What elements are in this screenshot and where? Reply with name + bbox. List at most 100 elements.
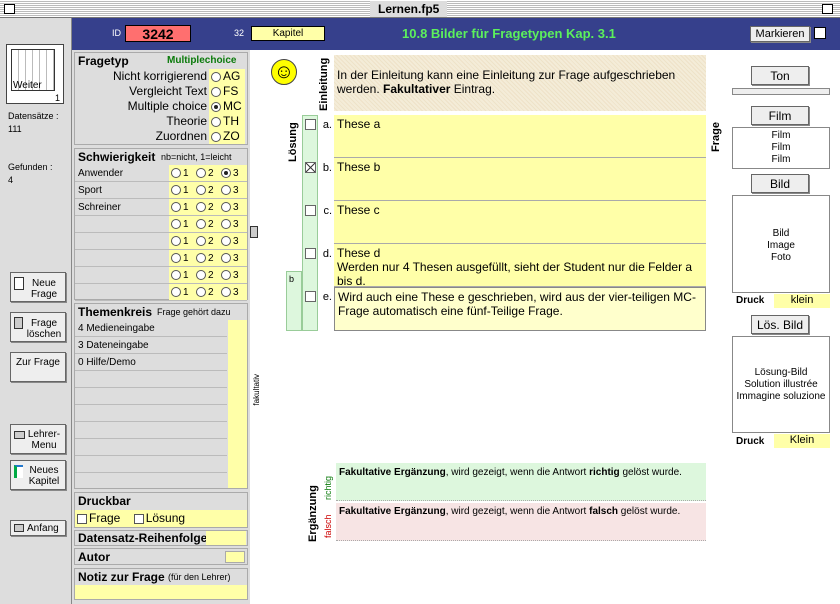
delete-question-button[interactable]: Frage löschen [10,312,66,342]
radio-button[interactable] [221,202,231,213]
themenkreis-item[interactable] [75,405,227,422]
themenkreis-item[interactable] [75,439,227,456]
new-chapter-button[interactable]: Neues Kapitel [10,460,66,490]
thesis-field[interactable]: These d Werden nur 4 Thesen ausgefüllt, … [334,244,706,288]
difficulty-level-option[interactable]: 2 [196,199,221,216]
difficulty-level-option[interactable]: 3 [221,182,246,199]
fragetyp-radio-cell[interactable]: FS [209,84,245,99]
fragetyp-option[interactable]: Theorie TH [75,114,247,129]
loes-size-field[interactable]: Klein [774,434,830,448]
radio-button[interactable] [211,101,221,112]
radio-button[interactable] [196,185,206,196]
reihenfolge-field[interactable] [206,531,246,545]
bild-size-field[interactable]: klein [774,294,830,308]
radio-button[interactable] [171,287,181,298]
difficulty-level-option[interactable]: 3 [221,199,246,216]
radio-button[interactable] [221,219,231,230]
difficulty-level-option[interactable]: 2 [196,267,221,284]
difficulty-level-option[interactable]: 2 [196,250,221,267]
ton-field[interactable] [732,88,830,95]
thesis-checkbox[interactable] [305,162,316,173]
fragetyp-option[interactable]: Vergleicht Text FS [75,84,247,99]
difficulty-level-option[interactable]: 3 [221,233,246,250]
thesis-field[interactable]: These a [334,115,706,158]
id-field[interactable]: 3242 [125,25,191,42]
difficulty-level-option[interactable]: 1 [171,182,196,199]
smiley-icon[interactable]: ☺ [271,59,297,85]
themenkreis-item[interactable]: 0 Hilfe/Demo [75,354,227,371]
film-button[interactable]: Film [751,106,809,125]
difficulty-level-option[interactable]: 2 [196,233,221,250]
difficulty-level-option[interactable]: 3 [221,165,246,182]
themenkreis-item[interactable] [75,456,227,473]
radio-button[interactable] [211,71,221,82]
delete-row-icon[interactable] [250,226,258,238]
thesis-checkbox[interactable] [305,248,316,259]
difficulty-level-option[interactable]: 2 [196,182,221,199]
bild-field[interactable]: Bild Image Foto [732,195,830,293]
difficulty-level-option[interactable]: 1 [171,233,196,250]
teacher-menu-button[interactable]: Lehrer-Menu [10,424,66,454]
radio-button[interactable] [221,253,231,264]
thesis-checkbox[interactable] [305,119,316,130]
difficulty-level-option[interactable]: 1 [171,216,196,233]
difficulty-level-option[interactable]: 3 [221,284,246,301]
difficulty-level-option[interactable]: 3 [221,250,246,267]
book-navigator[interactable]: Weiter 1 [6,44,64,104]
difficulty-level-option[interactable]: 3 [221,267,246,284]
radio-button[interactable] [196,202,206,213]
difficulty-level-option[interactable]: 1 [171,284,196,301]
radio-button[interactable] [171,270,181,281]
radio-button[interactable] [171,236,181,247]
difficulty-level-option[interactable]: 1 [171,267,196,284]
fragetyp-radio-cell[interactable]: AG [209,69,245,84]
radio-button[interactable] [211,116,221,127]
radio-button[interactable] [171,253,181,264]
thesis-field[interactable]: These c [334,201,706,244]
fragetyp-option[interactable]: Multiple choice MC [75,99,247,114]
radio-button[interactable] [196,287,206,298]
einleitung-field[interactable]: In der Einleitung kann eine Einleitung z… [334,55,706,111]
radio-button[interactable] [221,287,231,298]
radio-button[interactable] [196,219,206,230]
autor-field[interactable] [225,551,245,563]
radio-button[interactable] [221,236,231,247]
themenkreis-checkbox-column[interactable] [228,320,247,488]
fragetyp-option[interactable]: Zuordnen ZO [75,129,247,144]
fragetyp-radio-cell[interactable]: TH [209,114,245,129]
loes-bild-field[interactable]: Lösung-Bild Solution illustrée Immagine … [732,336,830,433]
radio-button[interactable] [171,168,181,179]
start-button[interactable]: Anfang [10,520,66,536]
thesis-checkbox[interactable] [305,205,316,216]
print-solution-checkbox[interactable] [133,513,144,524]
film-field[interactable]: Film Film Film [732,127,830,169]
radio-button[interactable] [171,219,181,230]
themenkreis-item[interactable]: 3 Dateneingabe [75,337,227,354]
radio-button[interactable] [171,202,181,213]
themenkreis-item[interactable]: 4 Medieneingabe [75,320,227,337]
themenkreis-item[interactable] [75,371,227,388]
ton-button[interactable]: Ton [751,66,809,85]
difficulty-level-option[interactable]: 1 [171,250,196,267]
fragetyp-option[interactable]: Nicht korrigierend AG [75,69,247,84]
radio-button[interactable] [196,168,206,179]
thesis-field[interactable]: Wird auch eine These e geschrieben, wird… [334,287,706,331]
difficulty-level-option[interactable]: 3 [221,216,246,233]
radio-button[interactable] [196,236,206,247]
difficulty-level-option[interactable]: 2 [196,165,221,182]
radio-button[interactable] [196,253,206,264]
falsch-field[interactable]: Fakultative Ergänzung, wird gezeigt, wen… [336,503,706,541]
mark-button[interactable]: Markieren [750,26,810,42]
bild-button[interactable]: Bild [751,174,809,193]
radio-button[interactable] [211,131,221,142]
loes-bild-button[interactable]: Lös. Bild [751,315,809,334]
radio-button[interactable] [196,270,206,281]
mark-checkbox[interactable] [814,27,826,39]
fragetyp-radio-cell[interactable]: ZO [209,129,245,144]
difficulty-level-option[interactable]: 1 [171,199,196,216]
to-question-button[interactable]: Zur Frage [10,352,66,382]
themenkreis-item[interactable] [75,422,227,439]
thesis-checkbox[interactable] [305,291,316,302]
zoom-box[interactable] [822,4,833,14]
radio-button[interactable] [221,168,231,179]
